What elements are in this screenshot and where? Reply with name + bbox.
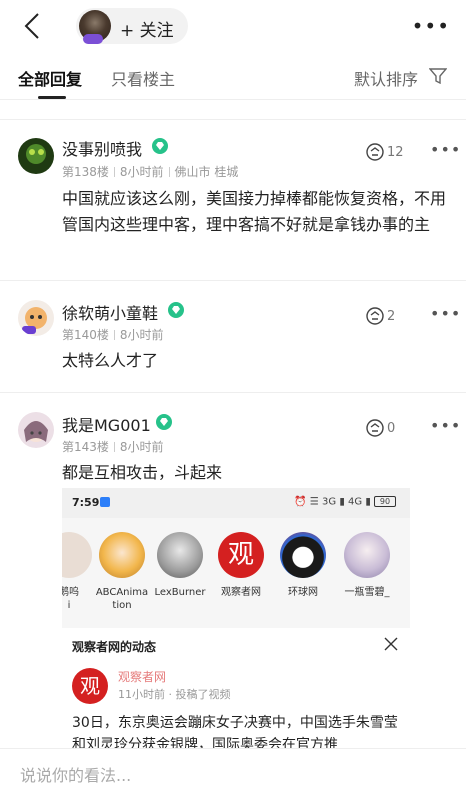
status-time: 7:59 (72, 496, 100, 509)
signal-icons: ⏰ ☰ 3G ▮ 4G ▮ 90 (294, 496, 396, 508)
story-item: 观 观察者网 (212, 532, 270, 599)
avatar[interactable] (18, 300, 54, 336)
author-avatar[interactable] (79, 10, 111, 44)
guancha-logo-icon: 观 (72, 668, 108, 704)
commenter-name[interactable]: 没事别喷我 (62, 136, 142, 160)
comment-time: 8小时前 (119, 328, 164, 342)
floor-number: 第140楼 (62, 328, 109, 342)
comment-text: 太特么人才了 (62, 351, 159, 370)
like-count: 0 (387, 421, 396, 436)
floor-number: 第138楼 (62, 165, 109, 179)
comment-meta: 第143楼 8小时前 (62, 438, 164, 455)
feed-body-text: 30日，东京奥运会蹦床女子决赛中，中国选手朱雪莹和刘灵玲分获金银牌，国际奥委会在… (72, 715, 398, 748)
comment-location: 佛山市 桂城 (174, 165, 239, 179)
close-icon (384, 636, 398, 651)
story-label: 一瓶雪碧_ (344, 587, 390, 598)
divider (0, 119, 466, 120)
comment-more-icon[interactable]: ••• (430, 304, 461, 323)
avatar[interactable] (18, 138, 54, 174)
story-item: LexBurner (151, 532, 209, 599)
feed-card: 观察者网的动态 观 观察者网 11小时前 · 投稿了视频 30日，东京奥运会蹦床… (62, 628, 410, 748)
story-label: 环球网 (288, 587, 318, 598)
story-label: LexBurner (154, 587, 206, 598)
story-label: 观察者网 (221, 587, 261, 598)
commenter-name[interactable]: 我是MG001 (62, 412, 151, 436)
guancha-logo-icon: 观 (218, 532, 264, 578)
follow-button[interactable]: + 关注 (76, 8, 188, 44)
comment-image[interactable]: 7:59 ⏰ ☰ 3G ▮ 4G ▮ 90 鹅呜 i ABCAnima tion… (62, 488, 410, 748)
avatar[interactable] (18, 412, 54, 448)
like-icon[interactable] (365, 419, 385, 437)
comment-more-icon[interactable]: ••• (430, 416, 461, 435)
story-label: ABCAnima tion (95, 587, 149, 611)
comment-meta: 第138楼 8小时前 佛山市 桂城 (62, 163, 238, 180)
phone-status-bar: 7:59 ⏰ ☰ 3G ▮ 4G ▮ 90 (62, 488, 410, 518)
filter-icon[interactable] (428, 68, 448, 85)
floor-number: 第143楼 (62, 440, 109, 454)
like-count: 12 (387, 145, 404, 160)
vip-diamond-icon (156, 414, 172, 430)
back-icon[interactable] (18, 10, 48, 42)
top-bar: + 关注 ••• (0, 0, 466, 52)
story-item: 环球网 (274, 532, 332, 599)
story-item: ABCAnima tion (93, 532, 151, 612)
comment-input[interactable] (12, 755, 454, 795)
divider (0, 280, 466, 281)
sort-button[interactable]: 默认排序 (354, 66, 418, 90)
divider (0, 99, 466, 100)
feed-card-title: 观察者网的动态 (72, 640, 157, 654)
comment-time: 8小时前 (119, 440, 164, 454)
like-icon[interactable] (365, 307, 385, 325)
like-icon[interactable] (365, 143, 385, 161)
comment-time: 8小时前 (119, 165, 164, 179)
feed-source-name: 观察者网 (118, 670, 167, 684)
level-badge (83, 34, 103, 44)
app-icon (100, 497, 110, 507)
comment-meta: 第140楼 8小时前 (62, 326, 164, 343)
story-item: 一瓶雪碧_ (338, 532, 396, 599)
vip-diamond-icon (152, 138, 168, 154)
comment-text: 中国就应该这么刚，美国接力掉棒都能恢复资格，不用管国内这些理中客，理中客搞不好就… (62, 189, 447, 234)
tab-host-only[interactable]: 只看楼主 (111, 66, 175, 90)
like-count: 2 (387, 309, 396, 324)
tab-all-replies[interactable]: 全部回复 (18, 66, 82, 90)
more-options-icon[interactable]: ••• (412, 14, 450, 38)
follow-label: + 关注 (120, 21, 174, 41)
battery-icon: 90 (374, 496, 396, 507)
divider (0, 392, 466, 393)
comment-input-bar (0, 748, 466, 800)
story-strip: 鹅呜 i ABCAnima tion LexBurner 观 观察者网 环球网 … (62, 518, 410, 628)
commenter-name[interactable]: 徐软萌小童鞋 (62, 300, 158, 324)
reply-tabs: 全部回复 只看楼主 默认排序 (0, 52, 466, 99)
comment-more-icon[interactable]: ••• (430, 140, 461, 159)
vip-diamond-icon (168, 302, 184, 318)
comment-text: 都是互相攻击，斗起来 (62, 463, 223, 482)
feed-source-meta: 11小时前 · 投稿了视频 (118, 688, 231, 701)
